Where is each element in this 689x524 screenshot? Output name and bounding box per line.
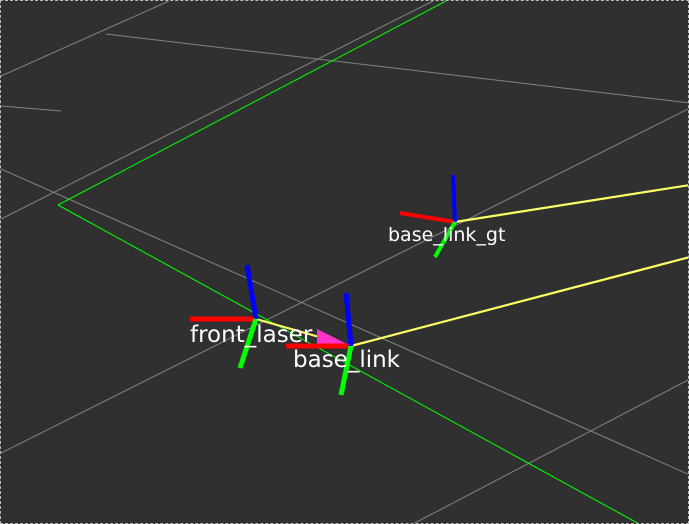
scene-canvas[interactable]: front_laser base_link base_link_gt <box>1 1 689 524</box>
tf-links <box>255 184 688 348</box>
rviz-3d-viewport[interactable]: front_laser base_link base_link_gt <box>0 0 689 524</box>
tf-link-base-link-gt <box>454 184 688 224</box>
base-link-label: base_link <box>293 347 401 373</box>
front-laser-label: front_laser <box>190 322 313 348</box>
map-outline <box>57 1 639 523</box>
ground-grid <box>1 1 688 523</box>
base-link-gt-label: base_link_gt <box>388 224 505 246</box>
tf-link-base-link <box>350 256 688 348</box>
base-link-gt-z-axis <box>451 174 457 223</box>
base-link-gt-x-axis <box>399 211 456 224</box>
front-laser-axes <box>190 264 259 369</box>
base-link-z-axis <box>343 292 354 347</box>
